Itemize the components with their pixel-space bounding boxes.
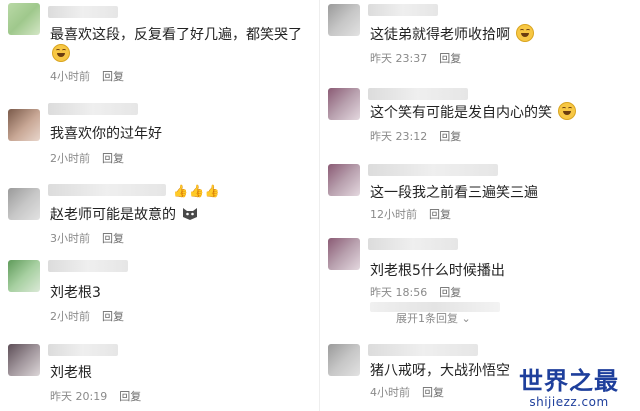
comment-meta: 4小时前 回复	[50, 68, 124, 84]
thumbs-up-icon: 👍	[188, 184, 204, 198]
reply-button[interactable]: 回复	[439, 130, 461, 143]
comment-item: 刘老根 昨天 20:19 回复	[0, 336, 310, 406]
username-blurred	[48, 184, 166, 196]
chevron-down-icon: ⌄	[461, 312, 471, 325]
username-blurred	[48, 103, 138, 115]
avatar[interactable]	[8, 109, 40, 141]
laughing-emoji-icon	[516, 24, 535, 42]
comment-text-line2	[50, 44, 70, 63]
cat-face-icon	[182, 207, 198, 221]
comment-time: 昨天 20:19	[50, 390, 108, 403]
comment-text: 赵老师可能是故意的	[50, 204, 198, 224]
site-watermark: 世界之最 shijiezz.com	[504, 367, 634, 409]
laughing-with-tears-emoji-icon	[52, 44, 70, 62]
comment-time: 昨天 23:12	[370, 130, 428, 143]
comment-time: 12小时前	[370, 208, 417, 221]
username-blurred	[48, 344, 118, 356]
comment-item: 我喜欢你的过年好 2小时前 回复	[0, 95, 310, 170]
watermark-url: shijiezz.com	[529, 395, 609, 409]
avatar[interactable]	[328, 164, 360, 196]
username-blurred	[48, 260, 128, 272]
comment-meta: 4小时前 回复	[370, 384, 444, 400]
comment-time: 4小时前	[370, 386, 410, 399]
comment-text: 我喜欢你的过年好	[50, 126, 162, 142]
watermark-title: 世界之最	[519, 367, 619, 395]
comment-meta: 昨天 20:19 回复	[50, 388, 141, 404]
laughing-with-tears-emoji-icon	[558, 102, 577, 120]
comment-text: 这个笑有可能是发自内心的笑	[370, 102, 577, 122]
comment-meta: 3小时前 回复	[50, 230, 124, 246]
comment-time: 2小时前	[50, 152, 90, 165]
comment-meta: 2小时前 回复	[50, 308, 124, 324]
username-blurred	[368, 238, 458, 250]
comment-item: 这个笑有可能是发自内心的笑 昨天 23:12 回复	[320, 82, 630, 154]
reply-button[interactable]: 回复	[102, 152, 124, 165]
reply-button[interactable]: 回复	[102, 232, 124, 245]
comment-text: 最喜欢这段，反复看了好几遍，都笑哭了	[50, 27, 302, 43]
comment-time: 昨天 23:37	[370, 52, 428, 65]
comment-text: 刘老根3	[50, 285, 101, 301]
avatar[interactable]	[328, 238, 360, 270]
thumbs-up-icons: 👍👍👍	[172, 180, 220, 199]
reply-button[interactable]: 回复	[439, 286, 461, 299]
reply-button[interactable]: 回复	[422, 386, 444, 399]
avatar[interactable]	[8, 188, 40, 220]
comment-text: 这徒弟就得老师收拾啊	[370, 24, 535, 44]
comment-meta: 昨天 18:56 回复	[370, 284, 461, 300]
reply-button[interactable]: 回复	[429, 208, 451, 221]
reply-button[interactable]: 回复	[439, 52, 461, 65]
username-blurred	[48, 6, 118, 18]
comment-text: 刘老根	[50, 365, 92, 381]
comment-item: 最喜欢这段，反复看了好几遍，都笑哭了 4小时前 回复	[0, 0, 310, 85]
comment-text: 这一段我之前看三遍笑三遍	[370, 185, 538, 201]
comment-item: 👍👍👍 赵老师可能是故意的 3小时前 回复	[0, 178, 310, 248]
reply-button[interactable]: 回复	[102, 310, 124, 323]
expand-replies-button[interactable]: 展开1条回复 ⌄	[396, 310, 471, 326]
thumbs-up-icon: 👍	[204, 184, 220, 198]
username-blurred	[368, 164, 498, 176]
comment-item: 这徒弟就得老师收拾啊 昨天 23:37 回复	[320, 0, 630, 72]
username-blurred	[368, 344, 478, 356]
avatar[interactable]	[8, 260, 40, 292]
avatar[interactable]	[8, 3, 40, 35]
comment-meta: 12小时前 回复	[370, 206, 451, 222]
comment-item: 这一段我之前看三遍笑三遍 12小时前 回复	[320, 158, 630, 228]
comment-text: 猪八戒呀，大战孙悟空	[370, 363, 510, 379]
comment-meta: 昨天 23:37 回复	[370, 50, 461, 66]
reply-button[interactable]: 回复	[119, 390, 141, 403]
username-blurred	[368, 4, 438, 16]
thumbs-up-icon: 👍	[173, 184, 188, 198]
comment-meta: 昨天 23:12 回复	[370, 128, 461, 144]
username-blurred	[368, 88, 468, 100]
comment-meta: 2小时前 回复	[50, 150, 124, 166]
comment-item: 刘老根5什么时候播出 昨天 18:56 回复 展开1条回复 ⌄	[320, 232, 630, 326]
comment-time: 昨天 18:56	[370, 286, 428, 299]
reply-button[interactable]: 回复	[102, 70, 124, 83]
avatar[interactable]	[8, 344, 40, 376]
comment-item: 刘老根3 2小时前 回复	[0, 252, 310, 324]
comment-time: 4小时前	[50, 70, 90, 83]
avatar[interactable]	[328, 4, 360, 36]
avatar[interactable]	[328, 88, 360, 120]
comment-time: 3小时前	[50, 232, 90, 245]
avatar[interactable]	[328, 344, 360, 376]
comment-time: 2小时前	[50, 310, 90, 323]
comment-text: 刘老根5什么时候播出	[370, 263, 505, 279]
